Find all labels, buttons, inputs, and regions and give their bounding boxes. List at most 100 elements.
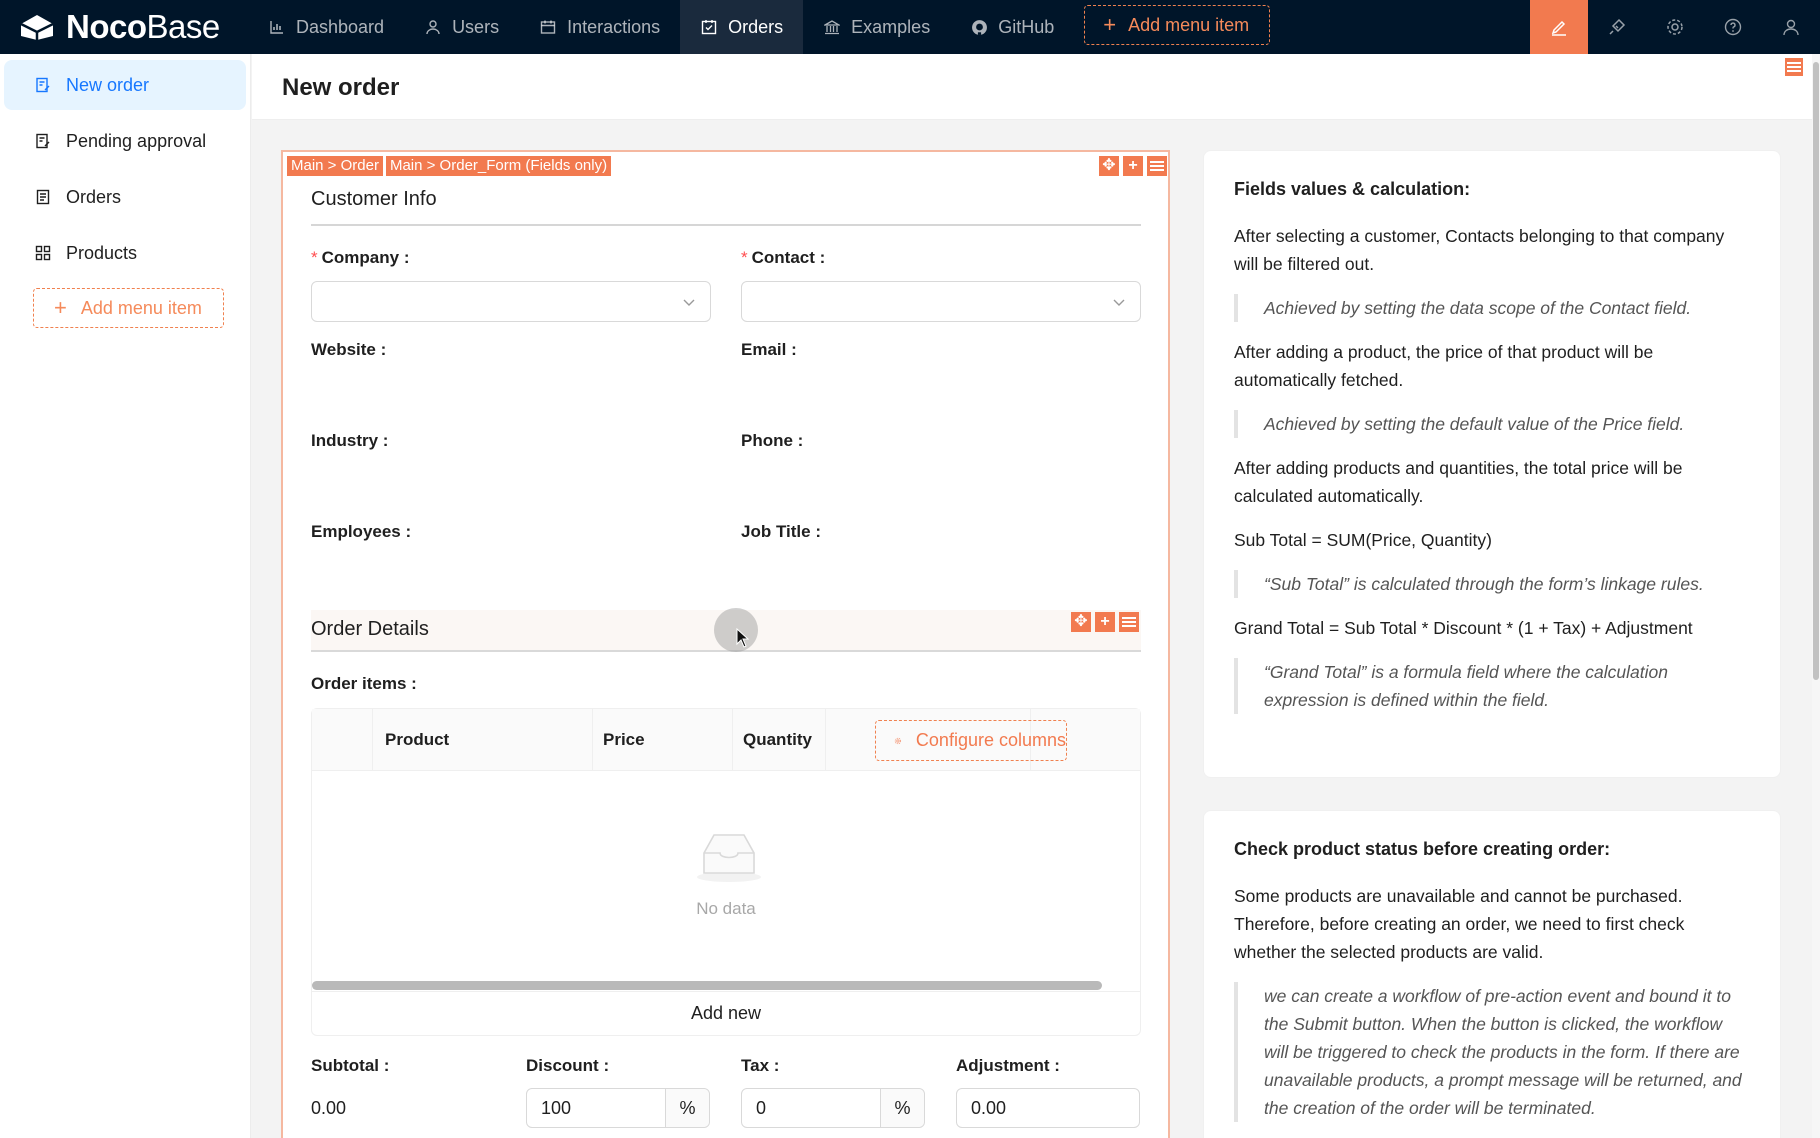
help-button[interactable] bbox=[1704, 0, 1762, 54]
github-icon bbox=[970, 18, 988, 36]
table-header: Product Price Quantity Configure columns bbox=[312, 709, 1140, 771]
calendar-icon bbox=[539, 18, 557, 36]
sidebar-item-new-order[interactable]: New order bbox=[4, 60, 246, 110]
column-header-quantity[interactable]: Quantity bbox=[732, 709, 825, 771]
column-header-price[interactable]: Price bbox=[592, 709, 732, 771]
discount-label: Discount : bbox=[526, 1056, 610, 1075]
nav-item-dashboard[interactable]: Dashboard bbox=[248, 0, 404, 54]
ui-editor-button[interactable] bbox=[1530, 0, 1588, 54]
appstore-icon bbox=[34, 244, 52, 262]
block-settings-icon[interactable] bbox=[1119, 612, 1139, 632]
page-title: New order bbox=[282, 74, 400, 101]
industry-label: Industry : bbox=[311, 431, 389, 450]
plugin-icon bbox=[1609, 18, 1626, 35]
order-items-table: Product Price Quantity Configure columns… bbox=[311, 708, 1141, 1036]
form-icon bbox=[34, 132, 52, 150]
add-menu-item-label: Add menu item bbox=[1128, 14, 1250, 35]
form-icon bbox=[34, 76, 52, 94]
percent-addon: % bbox=[880, 1089, 924, 1127]
app-logo[interactable]: NocoBase bbox=[0, 0, 248, 54]
sidebar-item-label: New order bbox=[66, 74, 150, 95]
ui-editor-icon bbox=[1551, 20, 1566, 36]
contact-select[interactable] bbox=[741, 281, 1141, 322]
bar-chart-icon bbox=[268, 18, 286, 36]
mouse-cursor-icon bbox=[736, 628, 750, 648]
nav-item-label: Orders bbox=[728, 16, 784, 37]
plus-icon: + bbox=[1103, 12, 1117, 37]
nav-item-label: GitHub bbox=[998, 16, 1055, 37]
info-quote: Achieved by setting the default value of… bbox=[1234, 410, 1750, 438]
configure-columns-button[interactable]: Configure columns bbox=[875, 720, 1067, 761]
nav-item-github[interactable]: GitHub bbox=[950, 0, 1074, 54]
info-paragraph: After adding products and quantities, th… bbox=[1234, 458, 1683, 506]
empty-inbox-icon bbox=[697, 834, 761, 882]
add-block-icon[interactable]: + bbox=[1123, 156, 1143, 176]
sidebar-item-label: Products bbox=[66, 242, 138, 263]
nav-item-orders[interactable]: Orders bbox=[680, 0, 804, 54]
settings-icon bbox=[1667, 19, 1683, 35]
top-right-toolbar bbox=[1530, 0, 1820, 54]
logo-text: NocoBase bbox=[66, 8, 220, 45]
drag-handle-icon[interactable]: ✥ bbox=[1099, 156, 1119, 176]
nav-item-label: Dashboard bbox=[296, 16, 385, 37]
file-text-icon bbox=[34, 188, 52, 206]
adjustment-label: Adjustment : bbox=[956, 1056, 1060, 1075]
block-tag: Main > Order bbox=[287, 156, 383, 176]
top-nav: Dashboard Users Interactions Orders Exam… bbox=[248, 0, 1074, 54]
discount-input[interactable]: 100 % bbox=[526, 1088, 710, 1128]
percent-addon: % bbox=[665, 1089, 709, 1127]
info-paragraph: Sub Total = SUM(Price, Quantity) bbox=[1234, 530, 1492, 550]
plugin-button[interactable] bbox=[1588, 0, 1646, 54]
add-block-icon[interactable]: + bbox=[1095, 612, 1115, 632]
website-label: Website : bbox=[311, 340, 387, 359]
adjustment-value: 0.00 bbox=[971, 1097, 1007, 1118]
page-scrollbar-thumb[interactable] bbox=[1813, 62, 1819, 680]
tax-label: Tax : bbox=[741, 1056, 780, 1075]
block-settings-icon[interactable] bbox=[1147, 156, 1167, 176]
info-card-product-status: Check product status before creating ord… bbox=[1203, 810, 1781, 1138]
nav-item-interactions[interactable]: Interactions bbox=[519, 0, 680, 54]
user-menu-button[interactable] bbox=[1762, 0, 1820, 54]
info-paragraph: After adding a product, the price of tha… bbox=[1234, 342, 1654, 390]
info-paragraph: Some products are unavailable and cannot… bbox=[1234, 886, 1685, 962]
sidebar-item-pending-approval[interactable]: Pending approval bbox=[4, 116, 246, 166]
nav-item-examples[interactable]: Examples bbox=[803, 0, 950, 54]
sidebar: New order Pending approval Orders Produc… bbox=[0, 54, 251, 1138]
sidebar-item-orders[interactable]: Orders bbox=[4, 172, 246, 222]
add-menu-item-button[interactable]: + Add menu item bbox=[1084, 5, 1271, 45]
sidebar-add-menu-item-button[interactable]: + Add menu item bbox=[33, 288, 224, 328]
nav-item-users[interactable]: Users bbox=[404, 0, 519, 54]
sidebar-item-products[interactable]: Products bbox=[4, 228, 246, 278]
order-items-label: Order items : bbox=[311, 674, 417, 693]
info-quote: “Sub Total” is calculated through the fo… bbox=[1234, 570, 1750, 598]
settings-icon bbox=[894, 737, 902, 744]
info-paragraph: Grand Total = Sub Total * Discount * (1 … bbox=[1234, 618, 1693, 638]
subtotal-label: Subtotal : bbox=[311, 1056, 390, 1075]
adjustment-input[interactable]: 0.00 bbox=[956, 1088, 1140, 1128]
tax-input[interactable]: 0 % bbox=[741, 1088, 925, 1128]
table-horizontal-scrollbar[interactable] bbox=[312, 981, 1102, 990]
logo-icon bbox=[20, 15, 54, 40]
discount-value: 100 bbox=[541, 1097, 572, 1118]
sidebar-item-label: Pending approval bbox=[66, 130, 207, 151]
info-quote: we can create a workflow of pre-action e… bbox=[1234, 982, 1750, 1122]
email-label: Email : bbox=[741, 340, 797, 359]
customer-info-title: Customer Info bbox=[311, 188, 437, 210]
block-tag: Main > Order_Form (Fields only) bbox=[385, 156, 612, 176]
bank-icon bbox=[823, 18, 841, 36]
company-select[interactable] bbox=[311, 281, 711, 322]
page-header: New order bbox=[252, 54, 1813, 120]
column-header-product[interactable]: Product bbox=[372, 709, 592, 771]
add-new-button[interactable]: Add new bbox=[312, 991, 1140, 1035]
info-card-calculation: Fields values & calculation: After selec… bbox=[1203, 150, 1781, 778]
drag-handle-icon[interactable]: ✥ bbox=[1071, 612, 1091, 632]
company-label: * Company : bbox=[311, 248, 410, 267]
menu-icon[interactable] bbox=[1785, 58, 1803, 76]
chevron-down-icon bbox=[683, 299, 695, 306]
block-tags: Main > Order Main > Order_Form (Fields o… bbox=[287, 156, 612, 176]
nav-item-label: Examples bbox=[851, 16, 931, 37]
block-toolbar: ✥ + bbox=[1099, 156, 1167, 176]
plus-icon: + bbox=[54, 295, 67, 320]
user-icon bbox=[1783, 19, 1799, 36]
settings-button[interactable] bbox=[1646, 0, 1704, 54]
